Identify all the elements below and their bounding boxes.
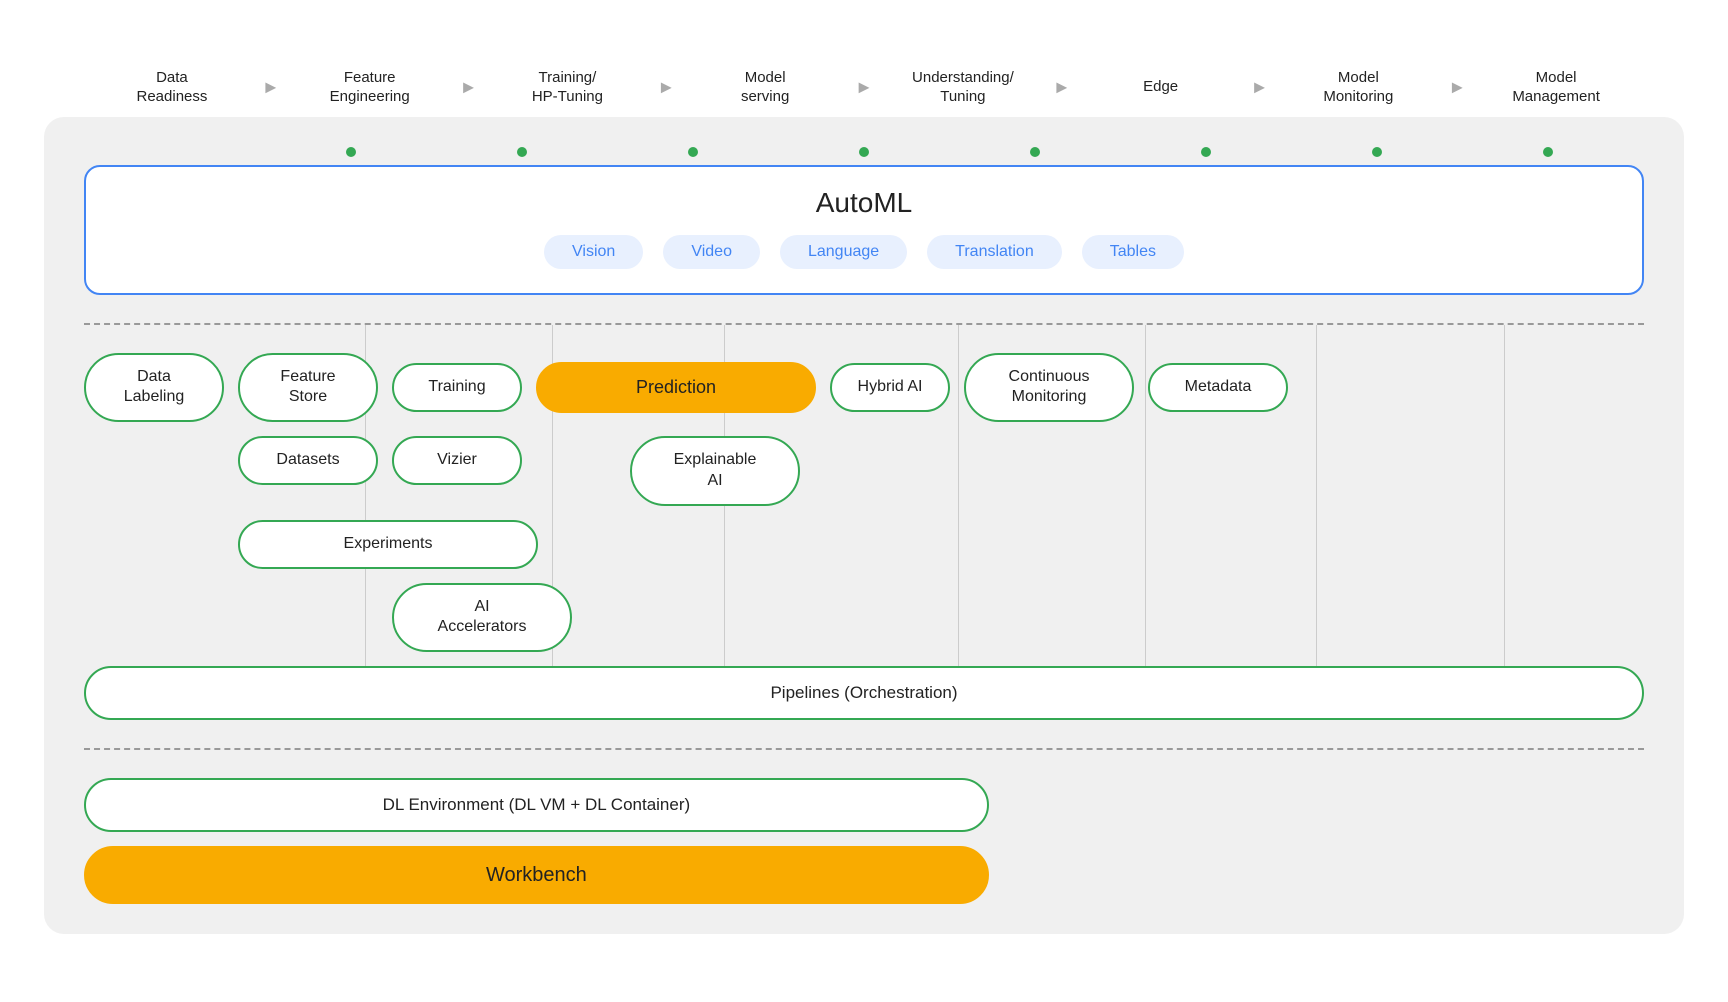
automl-chip-video: Video xyxy=(663,235,760,269)
dot-9 xyxy=(1543,147,1553,157)
vertex-row-3: Experiments xyxy=(84,520,1644,569)
vertex-row-4: AIAccelerators xyxy=(84,583,1644,653)
arrow-6: ► xyxy=(1251,77,1269,98)
dot-col-5 xyxy=(778,147,949,157)
arrow-5: ► xyxy=(1053,77,1071,98)
chip-dl-env: DL Environment (DL VM + DL Container) xyxy=(84,778,989,832)
diagram-container: Data Readiness ► Feature Engineering ► T… xyxy=(44,68,1684,935)
automl-chip-language: Language xyxy=(780,235,907,269)
dot-5 xyxy=(859,147,869,157)
automl-chip-tables: Tables xyxy=(1082,235,1184,269)
bottom-section: DL Environment (DL VM + DL Container) Wo… xyxy=(84,778,1644,904)
dot-col-8 xyxy=(1292,147,1463,157)
chip-explainable-ai: ExplainableAI xyxy=(630,436,800,506)
chip-data-labeling: DataLabeling xyxy=(84,353,224,423)
chip-training: Training xyxy=(392,363,522,412)
pipeline-step-edge: Edge xyxy=(1073,77,1249,97)
chip-feature-store: FeatureStore xyxy=(238,353,378,423)
pipeline-step-understanding: Understanding/ Tuning xyxy=(875,68,1051,107)
automl-section: AutoML Vision Video Language Translation… xyxy=(84,165,1644,295)
pipeline-header: Data Readiness ► Feature Engineering ► T… xyxy=(44,68,1684,107)
bottom-chips: DL Environment (DL VM + DL Container) Wo… xyxy=(84,778,1644,904)
pipeline-step-feature-engineering: Feature Engineering xyxy=(282,68,458,107)
pipeline-step-model-management: Model Management xyxy=(1468,68,1644,107)
dot-3 xyxy=(517,147,527,157)
dot-4 xyxy=(688,147,698,157)
dot-col-3 xyxy=(436,147,607,157)
dashed-divider-2 xyxy=(84,748,1644,750)
chip-vizier: Vizier xyxy=(392,436,522,485)
pipeline-step-model-monitoring: Model Monitoring xyxy=(1270,68,1446,107)
pipeline-step-data-readiness: Data Readiness xyxy=(84,68,260,107)
dot-7 xyxy=(1201,147,1211,157)
dot-8 xyxy=(1372,147,1382,157)
dot-col-1 xyxy=(94,147,265,157)
pipeline-step-model-serving: Model serving xyxy=(677,68,853,107)
automl-chip-translation: Translation xyxy=(927,235,1062,269)
pipeline-step-training: Training/ HP-Tuning xyxy=(479,68,655,107)
dashed-divider-1 xyxy=(84,323,1644,325)
dot-col-9 xyxy=(1463,147,1634,157)
arrow-1: ► xyxy=(262,77,280,98)
dots-row xyxy=(84,147,1644,157)
arrow-7: ► xyxy=(1448,77,1466,98)
automl-chips: Vision Video Language Translation Tables xyxy=(116,235,1612,269)
main-diagram: AutoML Vision Video Language Translation… xyxy=(44,117,1684,935)
dot-col-4 xyxy=(607,147,778,157)
automl-title: AutoML xyxy=(116,187,1612,219)
chip-metadata: Metadata xyxy=(1148,363,1288,412)
arrow-2: ► xyxy=(460,77,478,98)
dot-col-6 xyxy=(950,147,1121,157)
dot-col-7 xyxy=(1121,147,1292,157)
arrow-4: ► xyxy=(855,77,873,98)
chip-continuous-monitoring: ContinuousMonitoring xyxy=(964,353,1134,423)
vertex-section: DataLabeling FeatureStore Training Predi… xyxy=(84,353,1644,721)
pipelines-row: Pipelines (Orchestration) xyxy=(84,666,1644,720)
chip-hybrid-ai: Hybrid AI xyxy=(830,363,950,412)
chip-prediction: Prediction xyxy=(536,362,816,413)
chip-datasets: Datasets xyxy=(238,436,378,485)
dot-2 xyxy=(346,147,356,157)
automl-chip-vision: Vision xyxy=(544,235,643,269)
chip-ai-accelerators: AIAccelerators xyxy=(392,583,572,653)
arrow-3: ► xyxy=(657,77,675,98)
chip-experiments: Experiments xyxy=(238,520,538,569)
vertex-row-1: DataLabeling FeatureStore Training Predi… xyxy=(84,353,1644,423)
chip-pipelines: Pipelines (Orchestration) xyxy=(84,666,1644,720)
vertex-row-2: Datasets Vizier ExplainableAI xyxy=(84,436,1644,506)
chip-workbench: Workbench xyxy=(84,846,989,904)
dot-col-2 xyxy=(265,147,436,157)
dot-6 xyxy=(1030,147,1040,157)
